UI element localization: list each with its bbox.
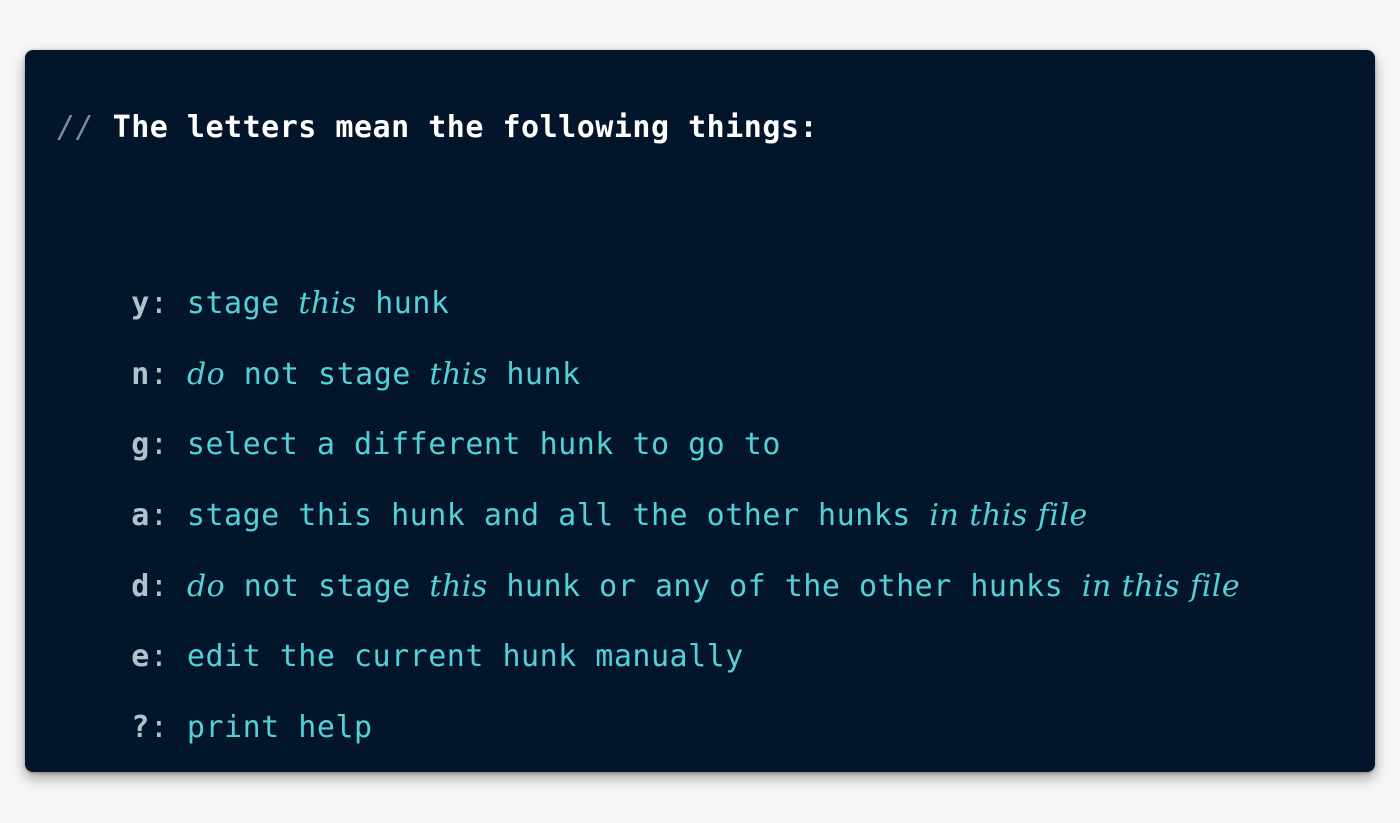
legend-colon: : — [149, 357, 169, 392]
legend-desc-segment: do — [186, 569, 226, 604]
legend-desc-segment: print help — [168, 710, 373, 745]
legend-desc-segment: hunk — [356, 286, 450, 321]
legend-desc-segment: do — [186, 357, 226, 392]
legend-key: g — [131, 427, 150, 462]
legend-desc-segment: not stage — [225, 357, 430, 392]
legend-desc-segment: not stage — [225, 569, 430, 604]
legend-desc-segment: edit the current hunk manually — [168, 639, 744, 674]
legend-colon: : — [149, 639, 169, 674]
legend-desc-segment: select a different hunk to go to — [168, 427, 781, 462]
code-block: // The letters mean the following things… — [25, 50, 1375, 772]
legend-desc-segment: in this file — [929, 498, 1088, 533]
legend-desc-segment: in this file — [1081, 569, 1241, 604]
legend-key: a — [131, 498, 150, 533]
legend-desc-segment — [168, 569, 187, 604]
legend-colon: : — [149, 427, 169, 462]
legend-line-help: ?: print help — [57, 675, 373, 780]
legend-desc-segment: stage — [168, 286, 299, 321]
legend-colon: : — [149, 498, 169, 533]
legend-colon: : — [149, 710, 169, 745]
legend-key: n — [131, 357, 150, 392]
legend-colon: : — [149, 569, 169, 604]
legend-desc-segment: hunk or any of the other hunks — [487, 569, 1082, 604]
legend-key: ? — [131, 710, 150, 745]
comment-text: The letters mean the following things: — [112, 110, 819, 145]
legend-desc-segment — [168, 357, 187, 392]
legend-desc-segment: this — [429, 357, 488, 392]
legend-desc-segment: this — [298, 286, 357, 321]
legend-desc-segment: hunk — [487, 357, 581, 392]
legend-desc-segment: this — [429, 569, 488, 604]
legend-desc-segment: stage this hunk and all the other hunks — [168, 498, 930, 533]
comment-line: // The letters mean the following things… — [57, 110, 818, 145]
legend-key: e — [131, 639, 150, 674]
legend-key: y — [131, 286, 150, 321]
legend-colon: : — [149, 286, 169, 321]
legend-key: d — [131, 569, 150, 604]
comment-slashes: // — [57, 110, 95, 145]
